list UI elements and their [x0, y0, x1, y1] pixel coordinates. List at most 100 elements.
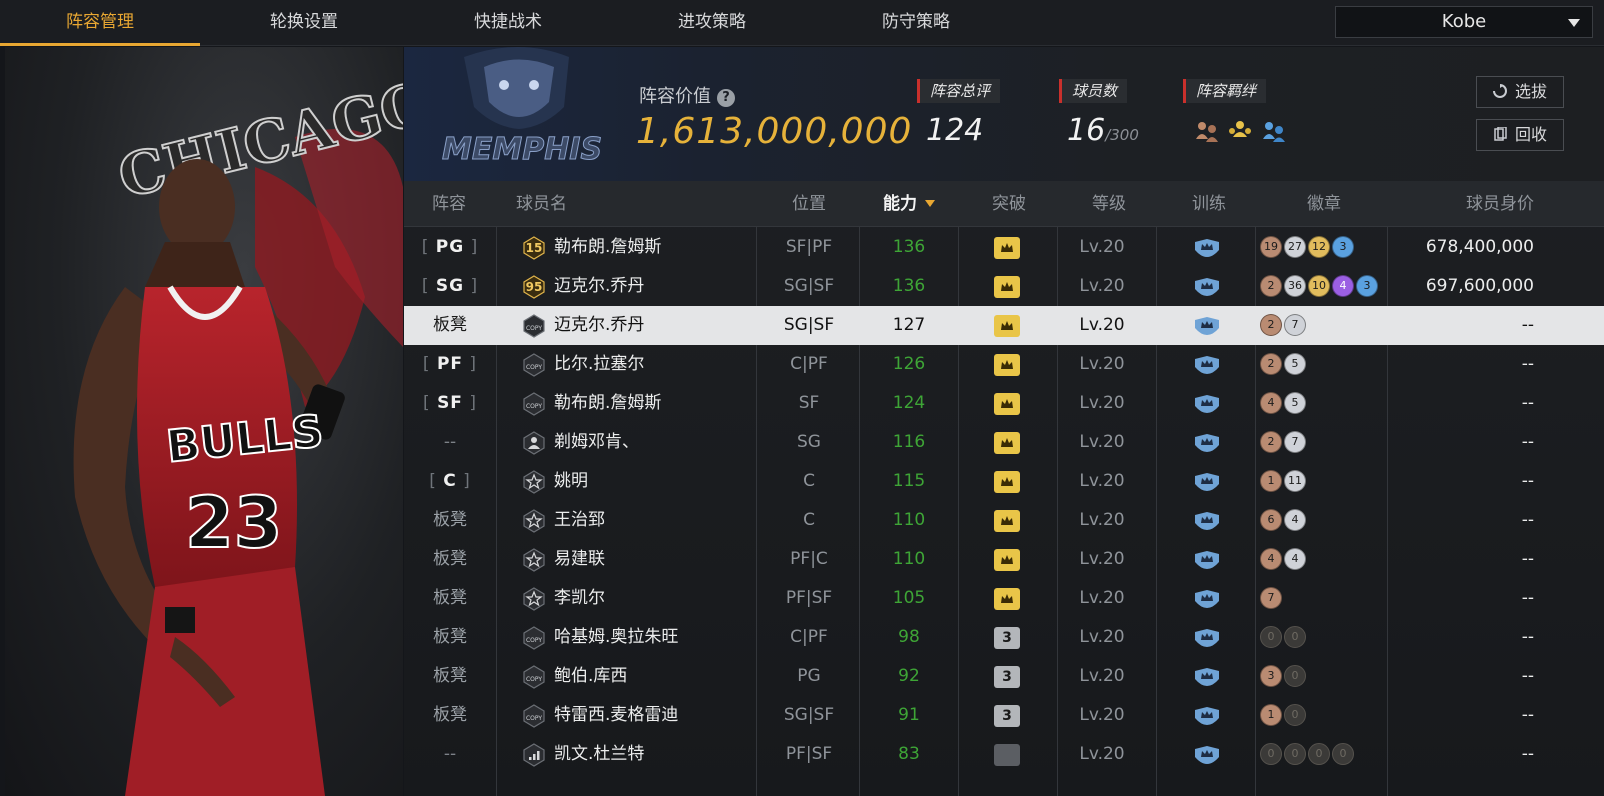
badge-count[interactable]: 7 — [1284, 314, 1306, 336]
training-icon[interactable] — [1192, 706, 1222, 726]
training-icon[interactable] — [1192, 550, 1222, 570]
help-icon[interactable]: ? — [717, 89, 735, 107]
breakthrough-badge[interactable] — [994, 237, 1020, 259]
player-name[interactable]: 李凯尔 — [554, 579, 754, 618]
lineup-slot[interactable]: [ SG ] — [404, 267, 496, 306]
training-icon[interactable] — [1192, 355, 1222, 375]
training-icon[interactable] — [1192, 511, 1222, 531]
lineup-slot[interactable]: 板凳 — [404, 579, 496, 618]
bond-bronze-icon[interactable] — [1194, 119, 1220, 143]
breakthrough-badge[interactable] — [994, 354, 1020, 376]
lineup-slot[interactable]: 板凳 — [404, 540, 496, 579]
col-slot[interactable]: 阵容 — [404, 181, 494, 227]
table-row[interactable]: 板凳 COPY 特雷西.麦格雷迪 SG|SF 91 3 Lv.20 1 0 -- — [404, 696, 1604, 735]
badge-count[interactable]: 7 — [1284, 431, 1306, 453]
lineup-slot[interactable]: [ PG ] — [404, 228, 496, 267]
tab-defense[interactable]: 防守策略 — [816, 0, 1016, 46]
badge-count[interactable]: 4 — [1260, 392, 1282, 414]
col-position[interactable]: 位置 — [759, 181, 859, 227]
badge-count[interactable]: 3 — [1332, 236, 1354, 258]
badge-count[interactable]: 2 — [1260, 275, 1282, 297]
col-name[interactable]: 球员名 — [516, 181, 596, 227]
table-row[interactable]: -- 凯文.杜兰特 PF|SF 83 Lv.20 0 0 0 0 -- — [404, 735, 1604, 774]
player-name[interactable]: 勒布朗.詹姆斯 — [554, 384, 754, 423]
badge-count[interactable]: 0 — [1260, 626, 1282, 648]
table-row[interactable]: 板凳 王治郅 C 110 Lv.20 6 4 -- — [404, 501, 1604, 540]
lineup-slot[interactable]: 板凳 — [404, 657, 496, 696]
badge-count[interactable]: 7 — [1260, 587, 1282, 609]
player-name[interactable]: 凯文.杜兰特 — [554, 735, 754, 774]
breakthrough-badge[interactable] — [994, 315, 1020, 337]
badge-count[interactable]: 0 — [1332, 743, 1354, 765]
badge-count[interactable]: 2 — [1260, 431, 1282, 453]
player-name[interactable]: 迈克尔.乔丹 — [554, 306, 754, 345]
badge-count[interactable]: 19 — [1260, 236, 1282, 258]
lineup-slot[interactable]: -- — [404, 735, 496, 774]
training-icon[interactable] — [1192, 394, 1222, 414]
breakthrough-badge[interactable]: 3 — [994, 666, 1020, 688]
badge-count[interactable]: 6 — [1260, 509, 1282, 531]
lineup-slot[interactable]: [ C ] — [404, 462, 496, 501]
badge-count[interactable]: 27 — [1284, 236, 1306, 258]
badge-count[interactable]: 5 — [1284, 353, 1306, 375]
training-icon[interactable] — [1192, 238, 1222, 258]
lineup-slot[interactable]: 板凳 — [404, 696, 496, 735]
player-name[interactable]: 易建联 — [554, 540, 754, 579]
player-name[interactable]: 勒布朗.詹姆斯 — [554, 228, 754, 267]
player-name[interactable]: 姚明 — [554, 462, 754, 501]
player-name[interactable]: 王治郅 — [554, 501, 754, 540]
badge-count[interactable]: 10 — [1308, 275, 1330, 297]
breakthrough-badge[interactable] — [994, 471, 1020, 493]
table-row[interactable]: -- 剃姆邓肯、 SG 116 Lv.20 2 7 -- — [404, 423, 1604, 462]
lineup-slot[interactable]: [ SF ] — [404, 384, 496, 423]
player-name[interactable]: 哈基姆.奥拉朱旺 — [554, 618, 754, 657]
lineup-slot[interactable]: 板凳 — [404, 306, 496, 345]
breakthrough-badge[interactable] — [994, 549, 1020, 571]
tab-offense[interactable]: 进攻策略 — [612, 0, 812, 46]
breakthrough-badge[interactable] — [994, 510, 1020, 532]
badge-count[interactable]: 5 — [1284, 392, 1306, 414]
badge-count[interactable]: 1 — [1260, 704, 1282, 726]
player-name[interactable]: 比尔.拉塞尔 — [554, 345, 754, 384]
training-icon[interactable] — [1192, 316, 1222, 336]
player-name[interactable]: 剃姆邓肯、 — [554, 423, 754, 462]
badge-count[interactable]: 12 — [1308, 236, 1330, 258]
training-icon[interactable] — [1192, 433, 1222, 453]
table-row[interactable]: 板凳 COPY 哈基姆.奥拉朱旺 C|PF 98 3 Lv.20 0 0 -- — [404, 618, 1604, 657]
badge-count[interactable]: 3 — [1356, 275, 1378, 297]
badge-count[interactable]: 2 — [1260, 353, 1282, 375]
training-icon[interactable] — [1192, 667, 1222, 687]
breakthrough-badge[interactable] — [994, 744, 1020, 766]
bond-blue-icon[interactable] — [1260, 119, 1286, 143]
table-row[interactable]: [ C ] 姚明 C 115 Lv.20 1 11 -- — [404, 462, 1604, 501]
training-icon[interactable] — [1192, 277, 1222, 297]
table-row-selected[interactable]: 板凳 COPY 迈克尔.乔丹 SG|SF 127 Lv.20 2 7 -- — [404, 306, 1604, 345]
col-level[interactable]: 等级 — [1059, 181, 1159, 227]
badge-count[interactable]: 4 — [1260, 548, 1282, 570]
select-button[interactable]: 选拔 — [1476, 76, 1564, 108]
training-icon[interactable] — [1192, 628, 1222, 648]
badge-count[interactable]: 2 — [1260, 314, 1282, 336]
table-row[interactable]: [ PF ] COPY 比尔.拉塞尔 C|PF 126 Lv.20 2 5 -- — [404, 345, 1604, 384]
badge-count[interactable]: 11 — [1284, 470, 1306, 492]
table-row[interactable]: [ SG ] 95 迈克尔.乔丹 SG|SF 136 Lv.20 2 36 10 4 3 697,60… — [404, 267, 1604, 306]
badge-count[interactable]: 36 — [1284, 275, 1306, 297]
tab-rotation[interactable]: 轮换设置 — [204, 0, 404, 46]
breakthrough-badge[interactable]: 3 — [994, 705, 1020, 727]
lineup-slot[interactable]: -- — [404, 423, 496, 462]
badge-count[interactable]: 0 — [1260, 743, 1282, 765]
bond-gold-icon[interactable] — [1227, 119, 1253, 143]
badge-count[interactable]: 0 — [1308, 743, 1330, 765]
recycle-button[interactable]: 回收 — [1476, 119, 1564, 151]
training-icon[interactable] — [1192, 472, 1222, 492]
badge-count[interactable]: 4 — [1284, 509, 1306, 531]
badge-count[interactable]: 4 — [1284, 548, 1306, 570]
badge-count[interactable]: 1 — [1260, 470, 1282, 492]
table-row[interactable]: 板凳 易建联 PF|C 110 Lv.20 4 4 -- — [404, 540, 1604, 579]
table-row[interactable]: 板凳 李凯尔 PF|SF 105 Lv.20 7 -- — [404, 579, 1604, 618]
badge-count[interactable]: 0 — [1284, 626, 1306, 648]
table-row[interactable]: 板凳 COPY 鲍伯.库西 PG 92 3 Lv.20 3 0 -- — [404, 657, 1604, 696]
breakthrough-badge[interactable] — [994, 432, 1020, 454]
training-icon[interactable] — [1192, 745, 1222, 765]
col-value[interactable]: 球员身价 — [1404, 181, 1534, 227]
